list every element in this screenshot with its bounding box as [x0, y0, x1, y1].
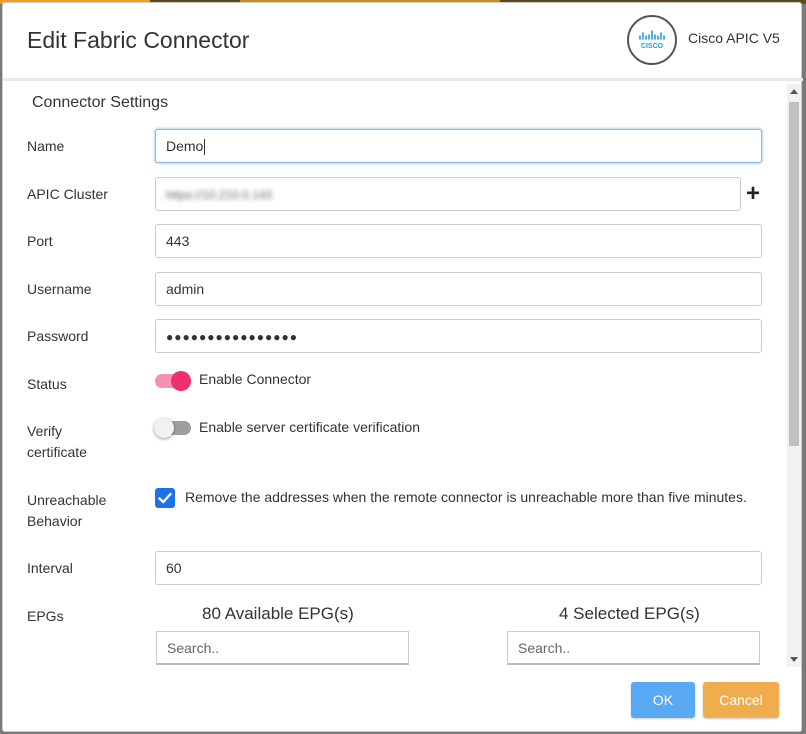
available-search-placeholder: Search.. — [167, 640, 220, 656]
epgs-label: EPGs — [27, 608, 64, 624]
username-input[interactable]: admin — [155, 272, 762, 306]
unreachable-behavior-label-line1: Unreachable — [27, 492, 107, 508]
text-cursor — [204, 139, 206, 156]
available-epgs-search-input[interactable]: Search.. — [156, 631, 409, 665]
scroll-down-icon[interactable] — [790, 657, 798, 662]
ok-button[interactable]: OK — [631, 682, 695, 718]
port-value: 443 — [166, 233, 190, 249]
verify-certificate-label-line2: certificate — [27, 444, 87, 460]
scroll-up-icon[interactable] — [790, 89, 798, 94]
enable-connector-label: Enable Connector — [199, 371, 312, 387]
toggle-knob — [154, 418, 174, 438]
password-label: Password — [27, 328, 89, 344]
available-epgs-header: 80 Available EPG(s) — [202, 604, 354, 623]
interval-label: Interval — [27, 560, 73, 576]
selected-epgs-header: 4 Selected EPG(s) — [559, 604, 700, 623]
unreachable-behavior-label-line2: Behavior — [27, 513, 83, 529]
username-label: Username — [27, 281, 92, 297]
interval-input[interactable]: 60 — [155, 551, 762, 585]
section-title: Connector Settings — [32, 94, 169, 111]
certificate-verification-label: Enable server certificate verification — [199, 419, 420, 435]
vendor-name: Cisco APIC V5 — [688, 30, 780, 46]
name-value: Demo — [166, 138, 204, 154]
verify-certificate-label-line1: Verify — [27, 423, 63, 439]
apic-cluster-value: https://10.210.0.143 — [166, 188, 273, 202]
apic-cluster-label: APIC Cluster — [27, 186, 108, 202]
password-input[interactable]: ●●●●●●●●●●●●●●●● — [155, 319, 762, 353]
remove-addresses-label: Remove the addresses when the remote con… — [185, 489, 747, 505]
dialog-footer: OK Cancel — [3, 667, 801, 731]
enable-connector-toggle[interactable] — [155, 371, 191, 391]
name-input[interactable]: Demo — [155, 129, 762, 163]
interval-value: 60 — [166, 560, 182, 576]
port-input[interactable]: 443 — [155, 224, 762, 258]
status-label: Status — [27, 376, 67, 392]
password-value: ●●●●●●●●●●●●●●●● — [166, 330, 298, 344]
certificate-verification-toggle[interactable] — [154, 418, 191, 438]
name-label: Name — [27, 138, 65, 154]
dialog-scrollbar[interactable] — [787, 84, 801, 667]
svg-text:CISCO: CISCO — [641, 43, 664, 50]
remove-addresses-checkbox[interactable] — [155, 488, 175, 508]
add-cluster-plus-icon[interactable]: + — [746, 182, 760, 206]
edit-fabric-connector-dialog: Edit Fabric Connector CISCO Cisco APIC V… — [2, 2, 803, 732]
selected-search-placeholder: Search.. — [518, 640, 571, 656]
toggle-knob — [171, 371, 191, 391]
port-label: Port — [27, 233, 53, 249]
dialog-header: Edit Fabric Connector CISCO Cisco APIC V… — [3, 3, 803, 81]
apic-cluster-input[interactable]: https://10.210.0.143 — [155, 177, 741, 211]
dialog-body: Connector Settings Name Demo APIC Cluste… — [3, 84, 801, 667]
dialog-title: Edit Fabric Connector — [27, 27, 250, 53]
selected-epgs-search-input[interactable]: Search.. — [507, 631, 760, 665]
cancel-button[interactable]: Cancel — [703, 682, 779, 718]
cisco-logo-icon: CISCO — [627, 15, 677, 65]
username-value: admin — [166, 281, 205, 297]
scrollbar-thumb[interactable] — [789, 102, 799, 446]
checkmark-icon — [158, 492, 172, 504]
